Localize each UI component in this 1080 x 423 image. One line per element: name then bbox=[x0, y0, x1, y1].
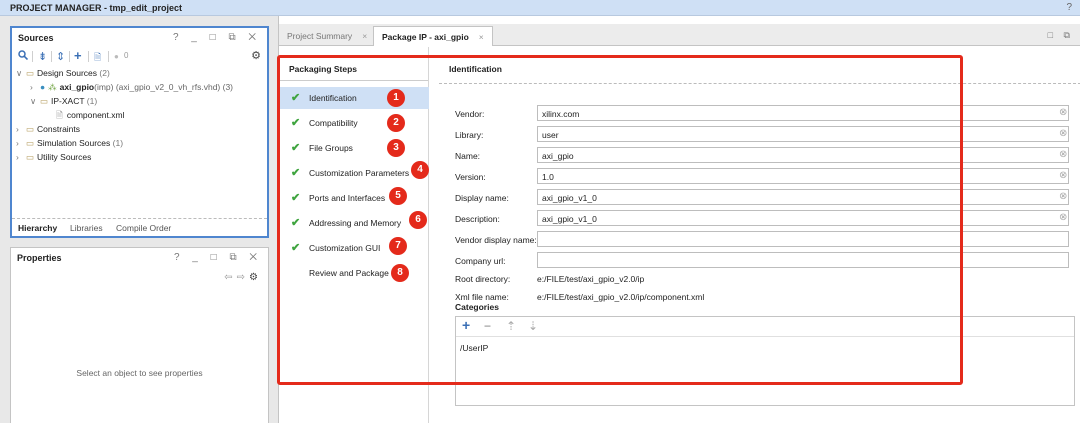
tree-node-design-sources[interactable]: ∨ ▭ Design Sources (2) bbox=[16, 68, 110, 79]
folder-icon: ▭ bbox=[26, 152, 35, 162]
toolbar-separator bbox=[88, 51, 89, 62]
clear-icon[interactable]: ⊗ bbox=[1059, 107, 1067, 118]
design-sources-count: (2) bbox=[99, 68, 110, 78]
sources-window-controls[interactable]: ? _ □ ⧉ ✕ bbox=[173, 32, 261, 43]
back-arrow-icon[interactable]: ⇦ bbox=[224, 272, 236, 283]
tab-libraries[interactable]: Libraries bbox=[70, 223, 103, 233]
project-title: PROJECT MANAGER - tmp_edit_project bbox=[10, 3, 183, 13]
ip-xact-label: IP-XACT bbox=[51, 96, 85, 106]
simulation-sources-label: Simulation Sources bbox=[37, 138, 111, 148]
tab-package-ip-label: Package IP - axi_gpio bbox=[382, 32, 469, 42]
hierarchy-icon: ⁂ bbox=[48, 82, 57, 92]
project-manager-titlebar: PROJECT MANAGER - tmp_edit_project ? bbox=[0, 0, 1080, 16]
tab-project-summary[interactable]: Project Summary × bbox=[279, 26, 375, 46]
properties-panel: Properties ? _ □ ⧉ ✕ ⇦⇨⚙ Select an objec… bbox=[10, 247, 269, 423]
help-icon[interactable]: ? bbox=[1066, 2, 1072, 13]
ip-xact-count: (1) bbox=[86, 96, 98, 106]
tree-node-constraints[interactable]: › ▭ Constraints bbox=[16, 124, 80, 135]
tree-node-component-xml[interactable]: 🗎 component.xml bbox=[56, 110, 124, 124]
axi-gpio-label: axi_gpio bbox=[59, 82, 95, 92]
toolbar-separator bbox=[51, 51, 52, 62]
clear-icon[interactable]: ⊗ bbox=[1059, 212, 1067, 223]
editor-tabs: Project Summary × Package IP - axi_gpio × … bbox=[279, 24, 1080, 46]
simulation-sources-count: (1) bbox=[112, 138, 124, 148]
sources-header: Sources ? _ □ ⧉ ✕ bbox=[12, 28, 267, 48]
toolbar-separator bbox=[32, 51, 33, 62]
status-dot-icon: ● bbox=[114, 52, 119, 61]
highlight-annotation-box bbox=[277, 55, 963, 385]
chevron-right-icon[interactable]: › bbox=[16, 138, 26, 148]
tab-package-ip[interactable]: Package IP - axi_gpio × bbox=[373, 26, 493, 46]
close-icon[interactable]: × bbox=[362, 31, 367, 41]
status-count: 0 bbox=[124, 51, 129, 60]
collapse-all-icon[interactable]: ⇟ bbox=[38, 50, 47, 63]
tab-hierarchy[interactable]: Hierarchy bbox=[18, 223, 57, 233]
expand-all-icon[interactable]: ⇕ bbox=[56, 50, 65, 63]
search-icon[interactable] bbox=[18, 50, 29, 63]
toolbar-separator bbox=[69, 51, 70, 62]
tab-project-summary-label: Project Summary bbox=[287, 31, 353, 41]
close-icon[interactable]: × bbox=[479, 32, 484, 42]
chevron-right-icon[interactable]: › bbox=[16, 124, 26, 134]
gear-icon[interactable]: ⚙ bbox=[251, 49, 261, 62]
clear-icon[interactable]: ⊗ bbox=[1059, 170, 1067, 181]
folder-icon: ▭ bbox=[40, 96, 49, 106]
chevron-down-icon[interactable]: ∨ bbox=[30, 96, 40, 107]
sources-panel: Sources ? _ □ ⧉ ✕ ⇟ ⇕ + 🗎 ● 0 ⚙ ∨ ▭ Design… bbox=[10, 26, 269, 238]
axi-gpio-detail: (imp) (axi_gpio_v2_0_vh_rfs.vhd) (3) bbox=[94, 82, 234, 92]
chevron-right-icon[interactable]: › bbox=[30, 82, 40, 92]
utility-sources-label: Utility Sources bbox=[37, 152, 92, 162]
sources-toolbar: ⇟ ⇕ + 🗎 ● 0 ⚙ bbox=[12, 48, 267, 66]
properties-header: Properties ? _ □ ⧉ ✕ bbox=[11, 248, 268, 268]
vhdl-module-icon: ● bbox=[40, 82, 46, 92]
add-sources-icon[interactable]: + bbox=[74, 48, 82, 63]
chevron-down-icon[interactable]: ∨ bbox=[16, 68, 26, 79]
properties-toolbar: ⇦⇨⚙ bbox=[224, 272, 262, 283]
forward-arrow-icon[interactable]: ⇨ bbox=[237, 272, 249, 283]
folder-icon: ▭ bbox=[26, 124, 35, 134]
properties-window-controls[interactable]: ? _ □ ⧉ ✕ bbox=[174, 252, 262, 263]
tab-compile-order[interactable]: Compile Order bbox=[116, 223, 171, 233]
sources-view-tabs: Hierarchy Libraries Compile Order bbox=[12, 218, 267, 236]
constraints-label: Constraints bbox=[37, 124, 81, 134]
chevron-right-icon[interactable]: › bbox=[16, 152, 26, 162]
folder-icon: ▭ bbox=[26, 138, 35, 148]
tree-node-utility-sources[interactable]: › ▭ Utility Sources bbox=[16, 152, 91, 163]
gear-icon[interactable]: ⚙ bbox=[249, 272, 262, 283]
left-column: Sources ? _ □ ⧉ ✕ ⇟ ⇕ + 🗎 ● 0 ⚙ ∨ ▭ Design… bbox=[0, 16, 274, 423]
design-sources-label: Design Sources bbox=[37, 68, 98, 78]
sources-title: Sources bbox=[18, 33, 54, 43]
toolbar-separator bbox=[108, 51, 109, 62]
clear-icon[interactable]: ⊗ bbox=[1059, 128, 1067, 139]
component-xml-label: component.xml bbox=[66, 110, 125, 120]
tree-node-ip-xact[interactable]: ∨ ▭ IP-XACT (1) bbox=[30, 96, 97, 107]
folder-icon: ▭ bbox=[26, 68, 35, 78]
properties-empty-message: Select an object to see properties bbox=[76, 368, 203, 378]
file-icon: 🗎 bbox=[56, 110, 63, 120]
properties-title: Properties bbox=[17, 253, 62, 263]
tree-node-axi-gpio[interactable]: › ● ⁂ axi_gpio(imp) (axi_gpio_v2_0_vh_rfs.v… bbox=[30, 82, 233, 93]
editor-window-controls[interactable]: □ ⧉ bbox=[1048, 30, 1074, 41]
tree-node-simulation-sources[interactable]: › ▭ Simulation Sources (1) bbox=[16, 138, 123, 149]
clear-icon[interactable]: ⊗ bbox=[1059, 191, 1067, 202]
source-info-icon[interactable]: 🗎 bbox=[94, 50, 101, 66]
clear-icon[interactable]: ⊗ bbox=[1059, 149, 1067, 160]
